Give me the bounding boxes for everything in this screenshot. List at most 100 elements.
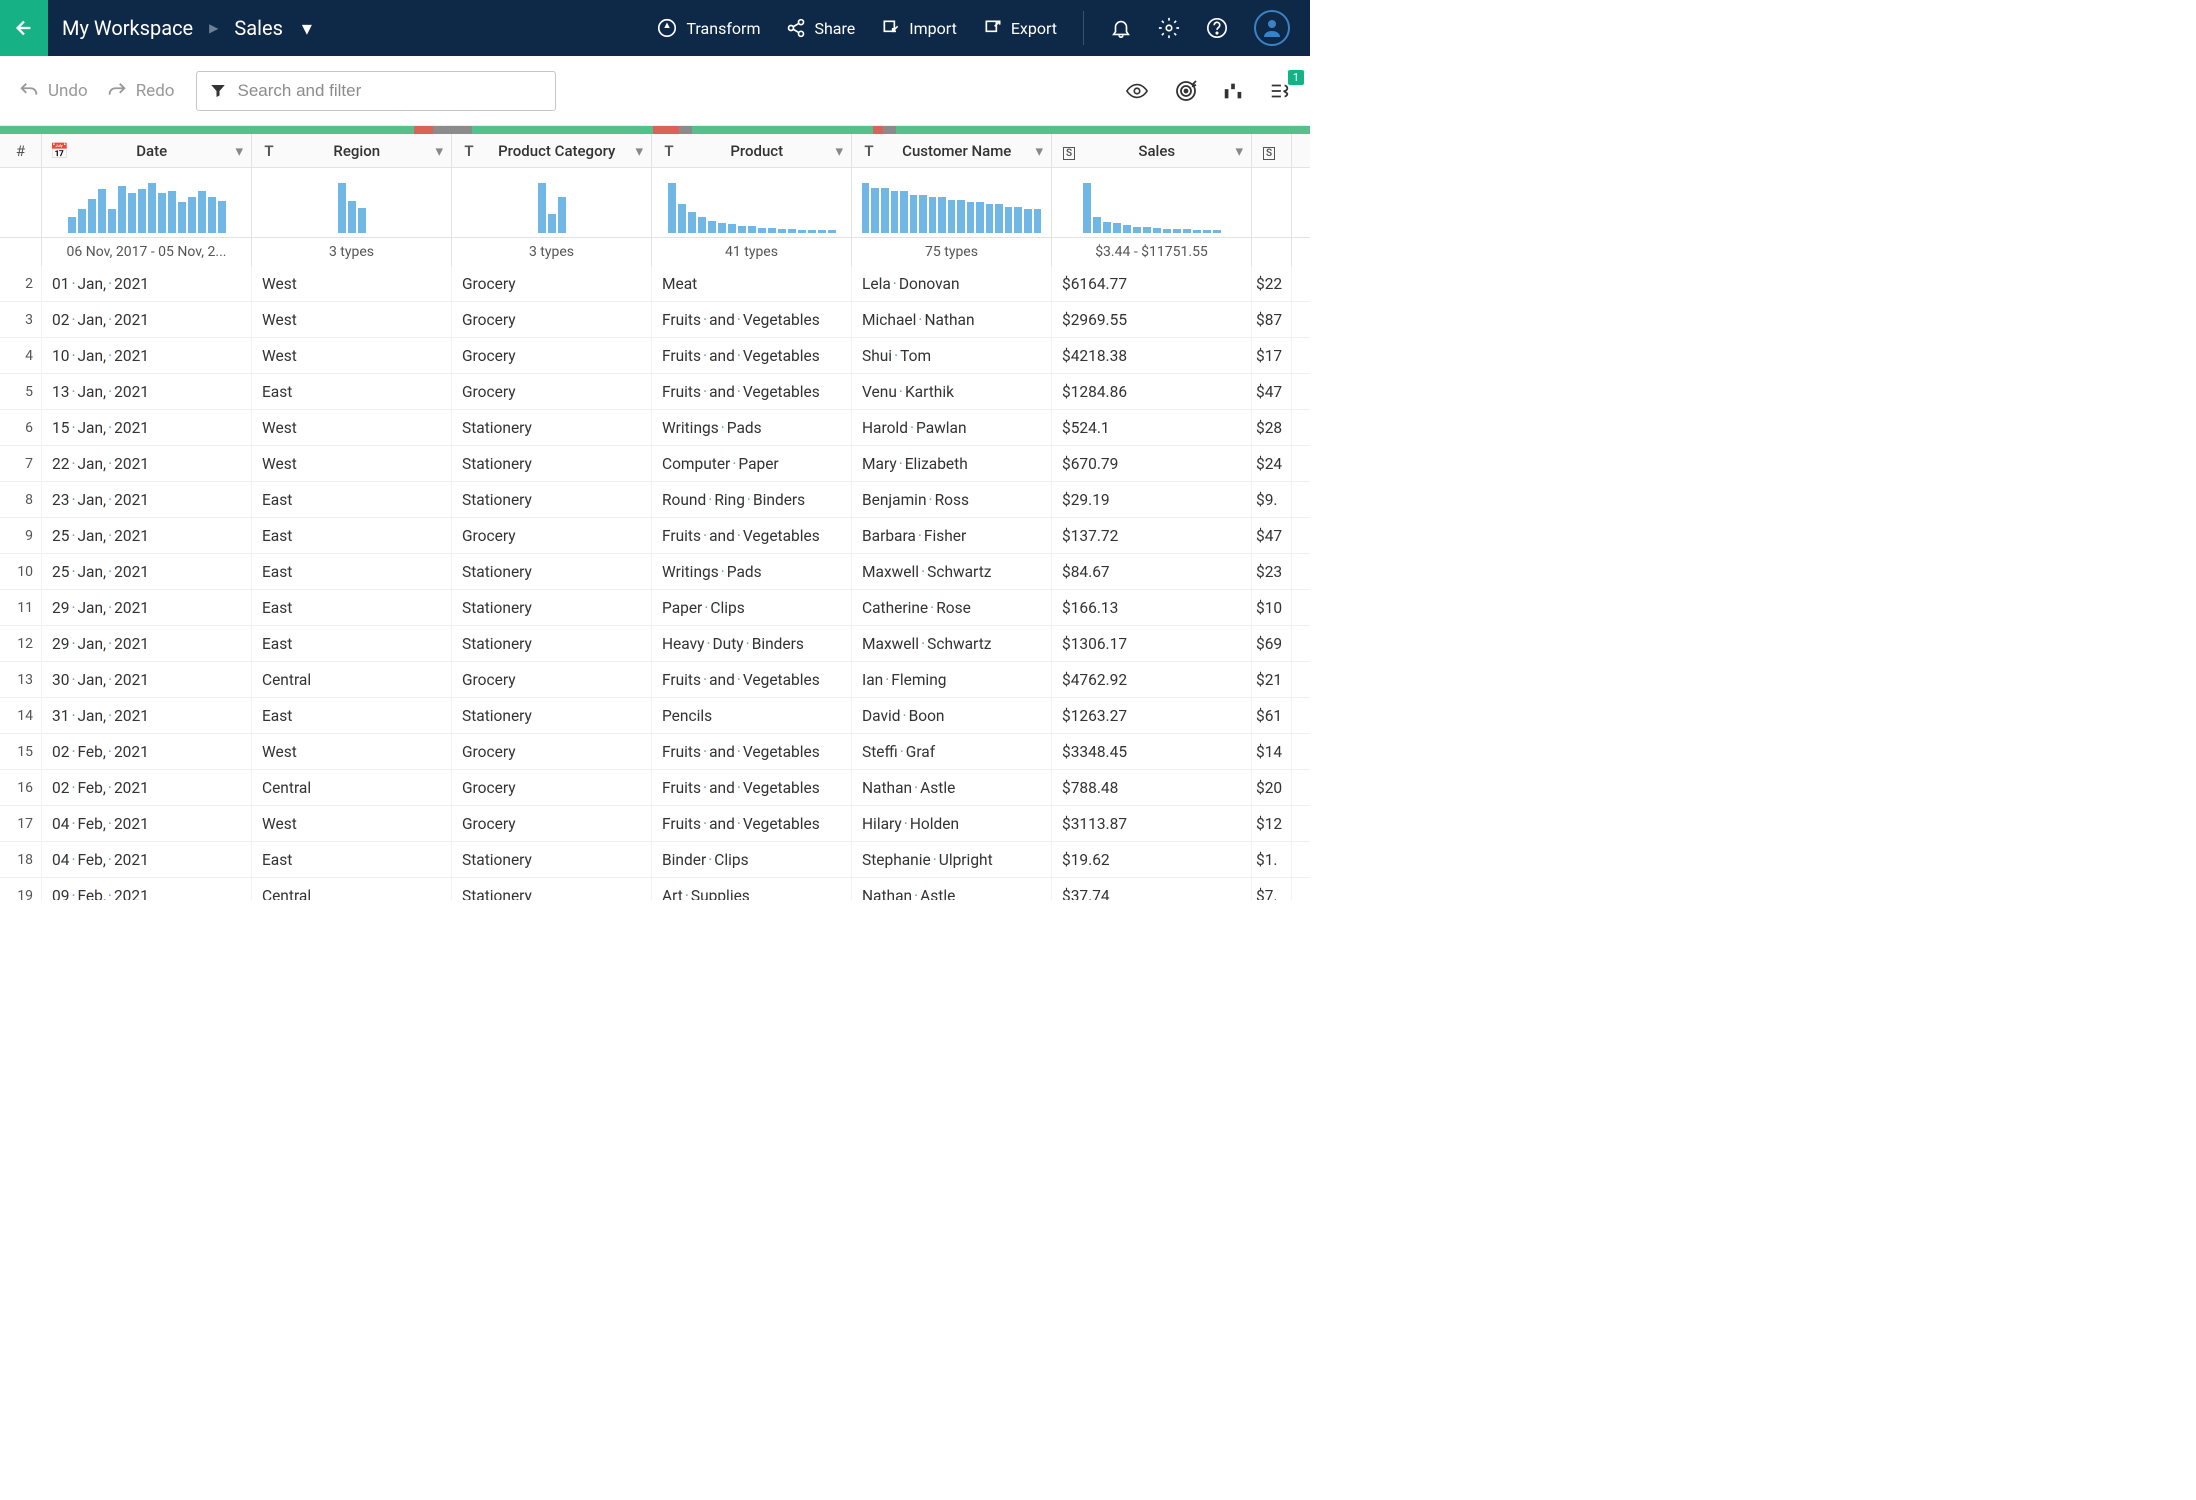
cell-date[interactable]: 02 ·Feb, ·2021	[42, 770, 252, 805]
cell-customer[interactable]: Maxwell ·Schwartz	[852, 626, 1052, 661]
cell-date[interactable]: 23 ·Jan, ·2021	[42, 482, 252, 517]
column-header-product-category[interactable]: TProduct Category▾	[452, 134, 652, 167]
cell-category[interactable]: Stationery	[452, 410, 652, 445]
cell-customer[interactable]: Nathan ·Astle	[852, 770, 1052, 805]
cell-product[interactable]: Fruits ·and ·Vegetables	[652, 770, 852, 805]
cell-date[interactable]: 02 ·Feb, ·2021	[42, 734, 252, 769]
histogram-customer-name[interactable]	[852, 168, 1052, 237]
cell-date[interactable]: 15 ·Jan, ·2021	[42, 410, 252, 445]
cell-product[interactable]: Heavy ·Duty ·Binders	[652, 626, 852, 661]
cell-product[interactable]: Fruits ·and ·Vegetables	[652, 302, 852, 337]
table-row[interactable]: 410 ·Jan, ·2021WestGroceryFruits ·and ·V…	[0, 338, 1310, 374]
cell-region[interactable]: East	[252, 698, 452, 733]
cell-extra[interactable]: $21	[1252, 662, 1292, 697]
cell-extra[interactable]: $14	[1252, 734, 1292, 769]
cell-region[interactable]: East	[252, 626, 452, 661]
cell-sales[interactable]: $1284.86	[1052, 374, 1252, 409]
search-input[interactable]	[237, 81, 543, 101]
cell-extra[interactable]: $20	[1252, 770, 1292, 805]
table-row[interactable]: 513 ·Jan, ·2021EastGroceryFruits ·and ·V…	[0, 374, 1310, 410]
histogram-product-category[interactable]	[452, 168, 652, 237]
column-menu-caret[interactable]: ▾	[435, 142, 443, 160]
cell-customer[interactable]: Stephanie ·Ulpright	[852, 842, 1052, 877]
cell-sales[interactable]: $6164.77	[1052, 266, 1252, 301]
column-menu-caret[interactable]: ▾	[1035, 142, 1043, 160]
cell-sales[interactable]: $1306.17	[1052, 626, 1252, 661]
column-menu-caret[interactable]: ▾	[1235, 142, 1243, 160]
cell-extra[interactable]: $87	[1252, 302, 1292, 337]
cell-sales[interactable]: $4218.38	[1052, 338, 1252, 373]
cell-extra[interactable]: $23	[1252, 554, 1292, 589]
histogram-sales[interactable]	[1052, 168, 1252, 237]
table-row[interactable]: 1229 ·Jan, ·2021EastStationeryHeavy ·Dut…	[0, 626, 1310, 662]
undo-button[interactable]: Undo	[18, 80, 88, 102]
column-header-customer-name[interactable]: TCustomer Name▾	[852, 134, 1052, 167]
notifications-button[interactable]	[1110, 17, 1132, 39]
cell-date[interactable]: 30 ·Jan, ·2021	[42, 662, 252, 697]
column-menu-caret[interactable]: ▾	[835, 142, 843, 160]
cell-product[interactable]: Round ·Ring ·Binders	[652, 482, 852, 517]
cell-category[interactable]: Grocery	[452, 374, 652, 409]
cell-category[interactable]: Stationery	[452, 626, 652, 661]
cell-region[interactable]: East	[252, 482, 452, 517]
histogram-region[interactable]	[252, 168, 452, 237]
user-avatar[interactable]	[1254, 10, 1290, 46]
help-button[interactable]	[1206, 17, 1228, 39]
cell-region[interactable]: West	[252, 410, 452, 445]
cell-customer[interactable]: Benjamin ·Ross	[852, 482, 1052, 517]
cell-category[interactable]: Stationery	[452, 482, 652, 517]
chart-button[interactable]	[1222, 80, 1244, 102]
cell-customer[interactable]: Hilary ·Holden	[852, 806, 1052, 841]
cell-customer[interactable]: Catherine ·Rose	[852, 590, 1052, 625]
cell-product[interactable]: Meat	[652, 266, 852, 301]
cell-sales[interactable]: $3348.45	[1052, 734, 1252, 769]
import-button[interactable]: Import	[881, 18, 957, 38]
share-button[interactable]: Share	[786, 18, 855, 38]
cell-product[interactable]: Fruits ·and ·Vegetables	[652, 662, 852, 697]
table-row[interactable]: 1502 ·Feb, ·2021WestGroceryFruits ·and ·…	[0, 734, 1310, 770]
cell-region[interactable]: West	[252, 734, 452, 769]
cell-product[interactable]: Fruits ·and ·Vegetables	[652, 734, 852, 769]
column-header-more[interactable]: S	[1252, 134, 1292, 167]
cell-sales[interactable]: $19.62	[1052, 842, 1252, 877]
cell-sales[interactable]: $4762.92	[1052, 662, 1252, 697]
cell-region[interactable]: West	[252, 446, 452, 481]
cell-date[interactable]: 22 ·Jan, ·2021	[42, 446, 252, 481]
export-button[interactable]: Export	[983, 18, 1057, 38]
cell-category[interactable]: Grocery	[452, 662, 652, 697]
cell-region[interactable]: East	[252, 590, 452, 625]
cell-extra[interactable]: $69	[1252, 626, 1292, 661]
cell-category[interactable]: Grocery	[452, 734, 652, 769]
cell-region[interactable]: East	[252, 518, 452, 553]
redo-button[interactable]: Redo	[106, 80, 175, 102]
cell-customer[interactable]: Barbara ·Fisher	[852, 518, 1052, 553]
cell-sales[interactable]: $166.13	[1052, 590, 1252, 625]
cell-extra[interactable]: $47	[1252, 374, 1292, 409]
cell-product[interactable]: Pencils	[652, 698, 852, 733]
cell-region[interactable]: East	[252, 554, 452, 589]
cell-extra[interactable]: $9.	[1252, 482, 1292, 517]
cell-extra[interactable]: $24	[1252, 446, 1292, 481]
cell-customer[interactable]: Shui ·Tom	[852, 338, 1052, 373]
cell-sales[interactable]: $3113.87	[1052, 806, 1252, 841]
cell-extra[interactable]: $10	[1252, 590, 1292, 625]
cell-category[interactable]: Stationery	[452, 554, 652, 589]
cell-product[interactable]: Writings ·Pads	[652, 410, 852, 445]
cell-customer[interactable]: Mary ·Elizabeth	[852, 446, 1052, 481]
cell-region[interactable]: West	[252, 338, 452, 373]
table-row[interactable]: 1025 ·Jan, ·2021EastStationeryWritings ·…	[0, 554, 1310, 590]
cell-customer[interactable]: Lela ·Donovan	[852, 266, 1052, 301]
cell-sales[interactable]: $37.74	[1052, 878, 1252, 900]
histogram-product[interactable]	[652, 168, 852, 237]
cell-date[interactable]: 31 ·Jan, ·2021	[42, 698, 252, 733]
table-row[interactable]: 1129 ·Jan, ·2021EastStationeryPaper ·Cli…	[0, 590, 1310, 626]
cell-extra[interactable]: $1.	[1252, 842, 1292, 877]
cell-customer[interactable]: David ·Boon	[852, 698, 1052, 733]
target-button[interactable]	[1174, 79, 1198, 103]
breadcrumb-workspace[interactable]: My Workspace	[62, 16, 193, 40]
cell-customer[interactable]: Michael ·Nathan	[852, 302, 1052, 337]
cell-product[interactable]: Computer ·Paper	[652, 446, 852, 481]
cell-sales[interactable]: $788.48	[1052, 770, 1252, 805]
cell-category[interactable]: Stationery	[452, 878, 652, 900]
transform-button[interactable]: Transform	[656, 17, 760, 39]
